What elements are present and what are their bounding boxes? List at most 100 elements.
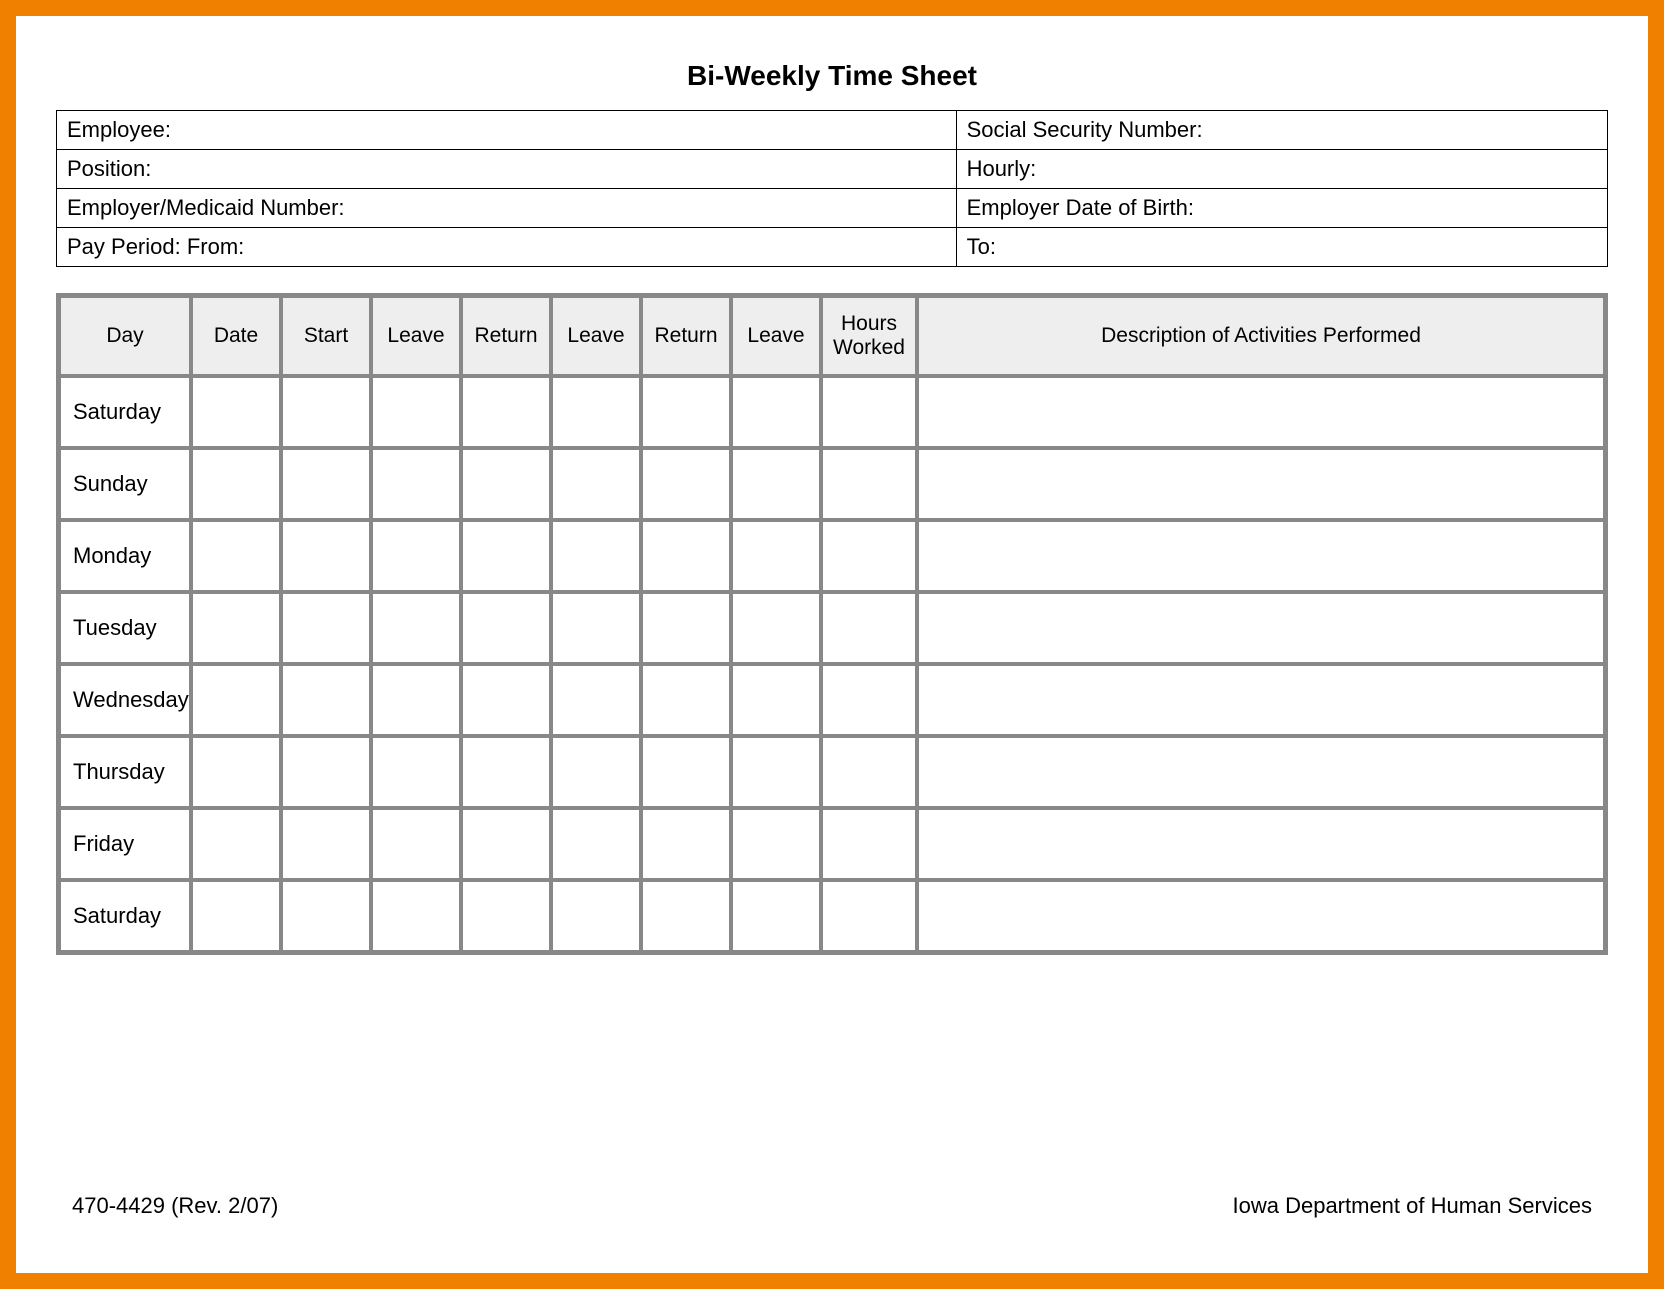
leave-cell[interactable] bbox=[552, 665, 640, 735]
date-cell[interactable] bbox=[192, 665, 280, 735]
position-field[interactable]: Position: bbox=[57, 150, 957, 189]
leave-cell[interactable] bbox=[552, 593, 640, 663]
pay-period-to-field[interactable]: To: bbox=[956, 228, 1607, 267]
employer-medicaid-field[interactable]: Employer/Medicaid Number: bbox=[57, 189, 957, 228]
day-cell: Thursday bbox=[60, 737, 190, 807]
leave-cell[interactable] bbox=[372, 881, 460, 951]
leave-cell[interactable] bbox=[372, 737, 460, 807]
col-day: Day bbox=[60, 297, 190, 375]
start-cell[interactable] bbox=[282, 449, 370, 519]
leave-cell[interactable] bbox=[732, 449, 820, 519]
table-row: Saturday bbox=[60, 377, 1604, 447]
start-cell[interactable] bbox=[282, 881, 370, 951]
start-cell[interactable] bbox=[282, 593, 370, 663]
agency-name: Iowa Department of Human Services bbox=[1233, 1193, 1593, 1219]
leave-cell[interactable] bbox=[732, 881, 820, 951]
return-cell[interactable] bbox=[462, 665, 550, 735]
form-number: 470-4429 (Rev. 2/07) bbox=[72, 1193, 278, 1218]
return-cell[interactable] bbox=[462, 449, 550, 519]
return-cell[interactable] bbox=[642, 521, 730, 591]
return-cell[interactable] bbox=[642, 809, 730, 879]
leave-cell[interactable] bbox=[732, 809, 820, 879]
day-cell: Saturday bbox=[60, 881, 190, 951]
leave-cell[interactable] bbox=[732, 737, 820, 807]
leave-cell[interactable] bbox=[552, 521, 640, 591]
date-cell[interactable] bbox=[192, 809, 280, 879]
start-cell[interactable] bbox=[282, 665, 370, 735]
leave-cell[interactable] bbox=[732, 593, 820, 663]
leave-cell[interactable] bbox=[552, 809, 640, 879]
hours-cell[interactable] bbox=[822, 521, 916, 591]
hours-cell[interactable] bbox=[822, 665, 916, 735]
ssn-field[interactable]: Social Security Number: bbox=[956, 111, 1607, 150]
leave-cell[interactable] bbox=[372, 809, 460, 879]
return-cell[interactable] bbox=[642, 881, 730, 951]
date-cell[interactable] bbox=[192, 737, 280, 807]
date-cell[interactable] bbox=[192, 377, 280, 447]
start-cell[interactable] bbox=[282, 737, 370, 807]
date-cell[interactable] bbox=[192, 449, 280, 519]
start-cell[interactable] bbox=[282, 377, 370, 447]
start-cell[interactable] bbox=[282, 521, 370, 591]
start-cell[interactable] bbox=[282, 809, 370, 879]
hours-cell[interactable] bbox=[822, 449, 916, 519]
leave-cell[interactable] bbox=[552, 377, 640, 447]
leave-cell[interactable] bbox=[732, 665, 820, 735]
return-cell[interactable] bbox=[642, 593, 730, 663]
return-cell[interactable] bbox=[642, 377, 730, 447]
return-cell[interactable] bbox=[642, 665, 730, 735]
hours-cell[interactable] bbox=[822, 377, 916, 447]
info-table: Employee: Social Security Number: Positi… bbox=[56, 110, 1608, 267]
pay-period-from-field[interactable]: Pay Period: From: bbox=[57, 228, 957, 267]
desc-cell[interactable] bbox=[918, 665, 1604, 735]
return-cell[interactable] bbox=[642, 737, 730, 807]
leave-cell[interactable] bbox=[372, 593, 460, 663]
desc-cell[interactable] bbox=[918, 593, 1604, 663]
table-row: Tuesday bbox=[60, 593, 1604, 663]
leave-cell[interactable] bbox=[372, 521, 460, 591]
desc-cell[interactable] bbox=[918, 377, 1604, 447]
page-title: Bi-Weekly Time Sheet bbox=[56, 60, 1608, 92]
hours-cell[interactable] bbox=[822, 737, 916, 807]
hours-cell[interactable] bbox=[822, 809, 916, 879]
date-cell[interactable] bbox=[192, 521, 280, 591]
desc-cell[interactable] bbox=[918, 449, 1604, 519]
day-cell: Sunday bbox=[60, 449, 190, 519]
return-cell[interactable] bbox=[462, 521, 550, 591]
return-cell[interactable] bbox=[642, 449, 730, 519]
table-row: Friday bbox=[60, 809, 1604, 879]
table-row: Saturday bbox=[60, 881, 1604, 951]
col-leave-1: Leave bbox=[372, 297, 460, 375]
return-cell[interactable] bbox=[462, 809, 550, 879]
employee-field[interactable]: Employee: bbox=[57, 111, 957, 150]
leave-cell[interactable] bbox=[732, 521, 820, 591]
day-cell: Monday bbox=[60, 521, 190, 591]
hours-cell[interactable] bbox=[822, 881, 916, 951]
desc-cell[interactable] bbox=[918, 881, 1604, 951]
leave-cell[interactable] bbox=[552, 737, 640, 807]
leave-cell[interactable] bbox=[552, 881, 640, 951]
employer-dob-field[interactable]: Employer Date of Birth: bbox=[956, 189, 1607, 228]
leave-cell[interactable] bbox=[372, 377, 460, 447]
return-cell[interactable] bbox=[462, 881, 550, 951]
hours-cell[interactable] bbox=[822, 593, 916, 663]
return-cell[interactable] bbox=[462, 377, 550, 447]
date-cell[interactable] bbox=[192, 593, 280, 663]
leave-cell[interactable] bbox=[372, 665, 460, 735]
desc-cell[interactable] bbox=[918, 737, 1604, 807]
return-cell[interactable] bbox=[462, 737, 550, 807]
col-hours: Hours Worked bbox=[822, 297, 916, 375]
leave-cell[interactable] bbox=[372, 449, 460, 519]
leave-cell[interactable] bbox=[732, 377, 820, 447]
col-date: Date bbox=[192, 297, 280, 375]
desc-cell[interactable] bbox=[918, 809, 1604, 879]
date-cell[interactable] bbox=[192, 881, 280, 951]
day-cell: Tuesday bbox=[60, 593, 190, 663]
hourly-field[interactable]: Hourly: bbox=[956, 150, 1607, 189]
day-cell: Saturday bbox=[60, 377, 190, 447]
leave-cell[interactable] bbox=[552, 449, 640, 519]
return-cell[interactable] bbox=[462, 593, 550, 663]
desc-cell[interactable] bbox=[918, 521, 1604, 591]
col-desc: Description of Activities Performed bbox=[918, 297, 1604, 375]
col-leave-3: Leave bbox=[732, 297, 820, 375]
